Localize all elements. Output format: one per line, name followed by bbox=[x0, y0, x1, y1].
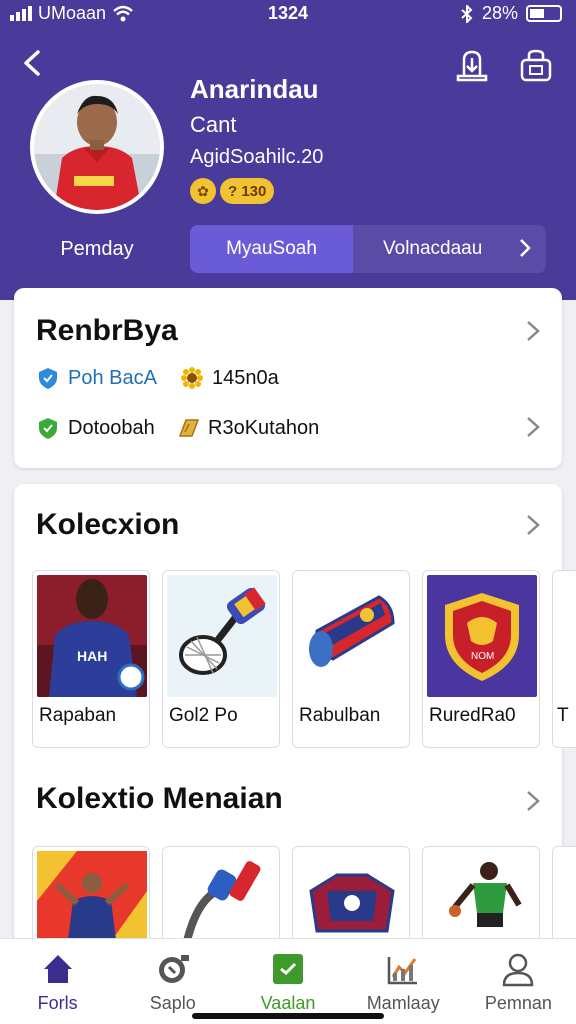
player-photo bbox=[34, 84, 160, 210]
tag-icon bbox=[178, 419, 200, 437]
stat-item: Dotoobah bbox=[36, 416, 155, 440]
nav-item-vaalan[interactable]: Vaalan bbox=[230, 939, 345, 1024]
bag-icon[interactable] bbox=[516, 46, 556, 86]
tab-1[interactable]: Volnacdaau bbox=[353, 225, 546, 273]
sunflower-icon bbox=[181, 367, 203, 389]
search-badge-icon bbox=[158, 955, 189, 983]
stats-card[interactable]: RenbrBya Poh BacA 145n0a Dotoobah R3oKut… bbox=[14, 288, 562, 468]
tab-0[interactable]: MyauSoah bbox=[190, 225, 353, 273]
chevron-right-icon[interactable] bbox=[522, 790, 544, 812]
player-card-image: HAH bbox=[37, 575, 147, 697]
status-bar: UMoaan 1324 28% bbox=[0, 0, 576, 28]
collection-item[interactable]: Gol2 Po bbox=[162, 570, 280, 748]
player-celebration-image bbox=[37, 851, 147, 945]
nav-label: Vaalan bbox=[260, 993, 316, 1013]
nav-item-saplo[interactable]: Saplo bbox=[115, 939, 230, 1024]
check-box-icon bbox=[273, 954, 303, 984]
back-arrow-icon[interactable] bbox=[16, 46, 50, 80]
svg-text:NOM: NOM bbox=[471, 651, 494, 662]
collection2-list bbox=[32, 846, 576, 946]
collection-item-label: T bbox=[557, 705, 569, 726]
collection2-item[interactable] bbox=[422, 846, 540, 946]
collection-item[interactable]: HAH Rapaban bbox=[32, 570, 150, 748]
collection-item[interactable]: NOM RuredRa0 bbox=[422, 570, 540, 748]
nav-label: Forls bbox=[37, 993, 78, 1013]
stat-label: 145n0a bbox=[212, 366, 279, 389]
collection2-item[interactable] bbox=[32, 846, 150, 946]
nav-label: Pemnan bbox=[484, 993, 552, 1013]
profile-badges: ✿ ? 130 bbox=[190, 178, 275, 204]
download-icon[interactable] bbox=[452, 46, 492, 86]
collection2-item[interactable] bbox=[292, 846, 410, 946]
collection-item-label: Gol2 Po bbox=[169, 705, 238, 726]
chart-icon bbox=[387, 957, 418, 985]
collection2-item[interactable] bbox=[162, 846, 280, 946]
jersey-image bbox=[297, 851, 407, 945]
bottom-nav: Forls Saplo Vaalan Mamlaay Pemnan bbox=[0, 938, 576, 1024]
collection-card: Kolecxion HAH Rapaban Gol2 Po Rabulban N… bbox=[14, 484, 576, 946]
chevron-right-icon bbox=[520, 239, 531, 257]
profile-tabs: MyauSoah Volnacdaau bbox=[190, 225, 546, 273]
nav-item-forls[interactable]: Forls bbox=[0, 939, 115, 1024]
nav-item-pemnan[interactable]: Pemnan bbox=[461, 939, 576, 1024]
stat-label: Dotoobah bbox=[68, 416, 155, 439]
collection-item-label: Rapaban bbox=[39, 705, 117, 726]
crest-image: NOM bbox=[427, 575, 537, 697]
bluetooth-icon bbox=[461, 4, 473, 23]
profile-name: Anarindau bbox=[190, 74, 319, 104]
profile-header: UMoaan 1324 28% Anarindau Cant AgidSoahi… bbox=[0, 0, 576, 300]
home-icon bbox=[43, 955, 72, 983]
scarf-image bbox=[297, 575, 407, 697]
tab-1-label: Volnacdaau bbox=[383, 238, 483, 259]
profile-subtitle: Cant bbox=[190, 112, 237, 137]
battery-icon bbox=[526, 5, 562, 22]
stat-item: R3oKutahon bbox=[176, 416, 319, 440]
user-icon bbox=[503, 953, 534, 987]
battery-percent: 28% bbox=[481, 3, 518, 23]
points-badge: ? 130 bbox=[220, 178, 275, 204]
collection-item[interactable]: T bbox=[552, 570, 576, 748]
collection-item[interactable]: Rabulban bbox=[292, 570, 410, 748]
shield-check-icon bbox=[39, 418, 57, 439]
collection-title: Kolecxion bbox=[36, 508, 180, 541]
collection2-item[interactable] bbox=[552, 846, 576, 946]
nav-item-mamlaay[interactable]: Mamlaay bbox=[346, 939, 461, 1024]
stat-label: Poh BacA bbox=[68, 366, 157, 389]
stat-label: R3oKutahon bbox=[208, 416, 320, 439]
goalkeeper-image bbox=[427, 851, 537, 945]
nav-label: Mamlaay bbox=[366, 993, 440, 1013]
collection-item-label: RuredRa0 bbox=[429, 705, 516, 726]
chevron-right-icon[interactable] bbox=[522, 320, 544, 342]
racket-image bbox=[167, 575, 277, 697]
shield-icon bbox=[39, 368, 57, 389]
stat-item: 145n0a bbox=[180, 366, 279, 390]
collection-list: HAH Rapaban Gol2 Po Rabulban NOM RuredRa… bbox=[32, 570, 576, 748]
stat-item: Poh BacA bbox=[36, 366, 157, 390]
coin-icon: ✿ bbox=[190, 178, 216, 204]
nav-label: Saplo bbox=[149, 993, 196, 1013]
avatar[interactable] bbox=[30, 80, 164, 214]
bat-image bbox=[167, 851, 277, 945]
profile-tag: Pemday bbox=[60, 238, 134, 260]
collection-item-label: Rabulban bbox=[299, 705, 381, 726]
stats-title: RenbrBya bbox=[36, 314, 178, 347]
chevron-right-icon[interactable] bbox=[522, 416, 544, 438]
chevron-right-icon[interactable] bbox=[522, 514, 544, 536]
collection2-title: Kolextio Menaian bbox=[36, 782, 283, 815]
home-indicator bbox=[192, 1013, 384, 1019]
svg-text:HAH: HAH bbox=[77, 648, 107, 664]
profile-detail: AgidSoahilc.20 bbox=[190, 146, 324, 168]
